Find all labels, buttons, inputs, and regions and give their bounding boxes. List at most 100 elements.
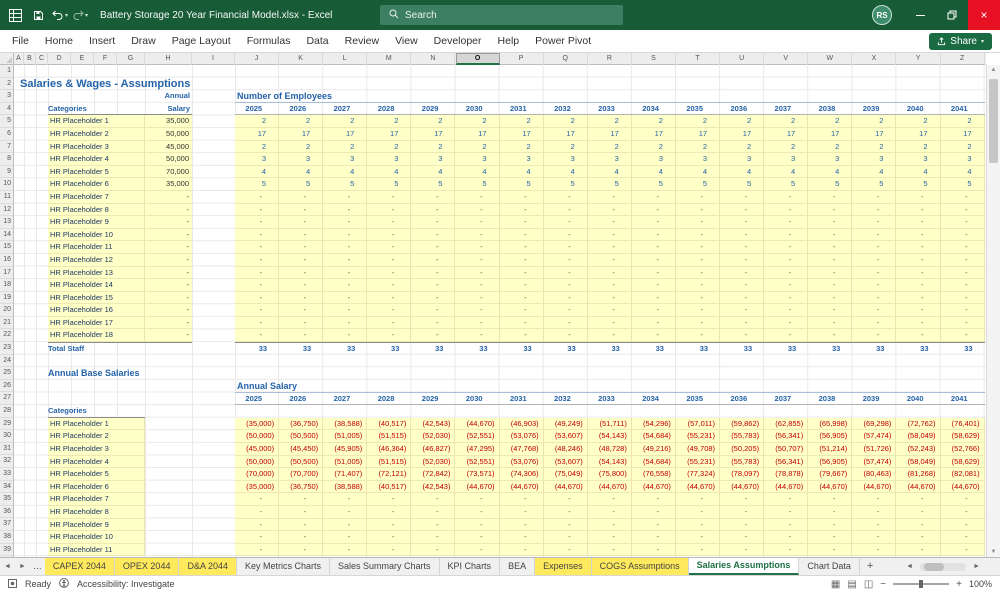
employee-count-cell[interactable]: -	[808, 304, 853, 317]
annual-salary-cell[interactable]: (51,515)	[367, 430, 412, 443]
annual-salary-cell[interactable]: -	[896, 543, 941, 557]
employee-count-cell[interactable]: -	[543, 228, 588, 242]
row-header-5[interactable]: 5	[0, 115, 13, 128]
employee-count-cell[interactable]: -	[411, 216, 456, 229]
annual-salary-cell[interactable]: (42,543)	[411, 417, 456, 431]
annual-salary-input-cell[interactable]: 35,000	[145, 178, 192, 191]
employee-count-cell[interactable]: 17	[279, 127, 324, 141]
employee-count-cell[interactable]: 3	[896, 153, 941, 166]
employee-count-cell[interactable]: -	[367, 291, 412, 305]
employee-count-cell[interactable]: -	[896, 279, 941, 292]
column-header-R[interactable]: R	[588, 53, 632, 65]
annual-salary-cell[interactable]: (44,670)	[587, 480, 632, 494]
employee-count-cell[interactable]: -	[455, 329, 500, 343]
employee-count-cell[interactable]: -	[587, 228, 632, 242]
column-header-Q[interactable]: Q	[544, 53, 588, 65]
annual-salary-cell[interactable]: (80,463)	[852, 468, 897, 481]
employee-count-cell[interactable]: -	[808, 216, 853, 229]
employee-count-cell[interactable]: -	[896, 228, 941, 242]
ribbon-tab-draw[interactable]: Draw	[123, 30, 164, 52]
annual-salary-cell[interactable]: (50,500)	[279, 430, 324, 443]
column-header-J[interactable]: J	[235, 53, 280, 65]
annual-salary-cell[interactable]: (36,750)	[279, 417, 324, 431]
row-header-20[interactable]: 20	[0, 304, 13, 317]
annual-salary-cell[interactable]: -	[896, 493, 941, 506]
column-header-K[interactable]: K	[279, 53, 324, 65]
row-header-17[interactable]: 17	[0, 267, 13, 280]
employee-count-cell[interactable]: 4	[720, 165, 765, 179]
annual-salary-cell[interactable]: (52,551)	[455, 455, 500, 469]
annual-salary-cell[interactable]: -	[235, 518, 280, 532]
employee-count-cell[interactable]: 2	[852, 115, 897, 128]
annual-salary-cell[interactable]: -	[896, 518, 941, 532]
employee-count-cell[interactable]: -	[543, 266, 588, 280]
annual-salary-cell[interactable]: -	[323, 493, 368, 506]
page-break-view-icon[interactable]: ◫	[864, 579, 873, 590]
employee-count-cell[interactable]: -	[940, 253, 985, 267]
annual-salary-cell[interactable]: (72,121)	[367, 468, 412, 481]
employee-count-cell[interactable]: 2	[235, 115, 280, 128]
sheet-tab-salaries-assumptions[interactable]: Salaries Assumptions	[688, 558, 800, 575]
employee-count-cell[interactable]: -	[631, 216, 676, 229]
employee-count-cell[interactable]: 2	[235, 140, 280, 154]
annual-salary-cell[interactable]: -	[675, 518, 721, 532]
annual-salary-cell[interactable]: (74,306)	[499, 468, 544, 481]
category-cell[interactable]: HR Placeholder 2	[48, 127, 145, 141]
employee-count-cell[interactable]: 2	[279, 140, 324, 154]
annual-salary-cell[interactable]: (79,667)	[808, 468, 853, 481]
employee-count-cell[interactable]: -	[279, 190, 324, 204]
employee-count-cell[interactable]: -	[279, 266, 324, 280]
annual-salary-cell[interactable]: -	[587, 531, 632, 544]
category-cell[interactable]: HR Placeholder 10	[48, 228, 145, 242]
employee-count-cell[interactable]: -	[587, 266, 632, 280]
employee-count-cell[interactable]: -	[455, 279, 500, 292]
employee-count-cell[interactable]: 17	[720, 127, 765, 141]
employee-count-cell[interactable]: 2	[675, 115, 721, 128]
employee-count-cell[interactable]: 17	[323, 127, 368, 141]
employee-count-cell[interactable]: 2	[367, 115, 412, 128]
annual-salary-cell[interactable]: (54,684)	[631, 455, 676, 469]
annual-salary-cell[interactable]: -	[808, 493, 853, 506]
row-header-35[interactable]: 35	[0, 493, 13, 506]
employee-count-cell[interactable]: -	[587, 203, 632, 217]
employee-count-cell[interactable]: 2	[896, 115, 941, 128]
horizontal-scrollbar[interactable]: ◄ ►	[902, 558, 1000, 575]
annual-salary-cell[interactable]: (53,076)	[499, 430, 544, 443]
annual-salary-cell[interactable]: -	[940, 543, 985, 557]
employee-count-cell[interactable]: -	[411, 329, 456, 343]
annual-salary-cell[interactable]: -	[367, 493, 412, 506]
row-header-2[interactable]: 2	[0, 78, 13, 91]
employee-count-cell[interactable]: -	[720, 329, 765, 343]
column-header-C[interactable]: C	[36, 53, 48, 65]
employee-count-cell[interactable]: 2	[720, 115, 765, 128]
employee-count-cell[interactable]: -	[940, 266, 985, 280]
annual-salary-cell[interactable]: (44,670)	[940, 480, 985, 494]
employee-count-cell[interactable]: -	[764, 241, 809, 254]
annual-salary-input-cell[interactable]: -	[145, 216, 192, 229]
employee-count-cell[interactable]: 2	[323, 115, 368, 128]
category-cell[interactable]: HR Placeholder 6	[48, 178, 145, 191]
annual-salary-cell[interactable]: -	[896, 531, 941, 544]
employee-count-cell[interactable]: 17	[455, 127, 500, 141]
employee-count-cell[interactable]: -	[499, 291, 544, 305]
employee-count-cell[interactable]: -	[323, 190, 368, 204]
employee-count-cell[interactable]: -	[235, 203, 280, 217]
employee-count-cell[interactable]: -	[499, 228, 544, 242]
employee-count-cell[interactable]: -	[896, 329, 941, 343]
employee-count-cell[interactable]: 4	[764, 165, 809, 179]
employee-count-cell[interactable]: 17	[235, 127, 280, 141]
employee-count-cell[interactable]: 4	[499, 165, 544, 179]
employee-count-cell[interactable]: -	[764, 228, 809, 242]
row-header-16[interactable]: 16	[0, 254, 13, 267]
category-cell[interactable]: HR Placeholder 17	[48, 316, 145, 330]
sheet-tab-cogs-assumptions[interactable]: COGS Assumptions	[591, 558, 689, 575]
column-header-Z[interactable]: Z	[941, 53, 985, 65]
employee-count-cell[interactable]: 17	[764, 127, 809, 141]
column-header-L[interactable]: L	[323, 53, 368, 65]
employee-count-cell[interactable]: 2	[367, 140, 412, 154]
employee-count-cell[interactable]: 5	[896, 178, 941, 191]
annual-salary-cell[interactable]: (50,500)	[279, 455, 324, 469]
employee-count-cell[interactable]: 5	[940, 178, 985, 191]
annual-salary-cell[interactable]: -	[587, 518, 632, 532]
annual-salary-cell[interactable]: (76,558)	[631, 468, 676, 481]
